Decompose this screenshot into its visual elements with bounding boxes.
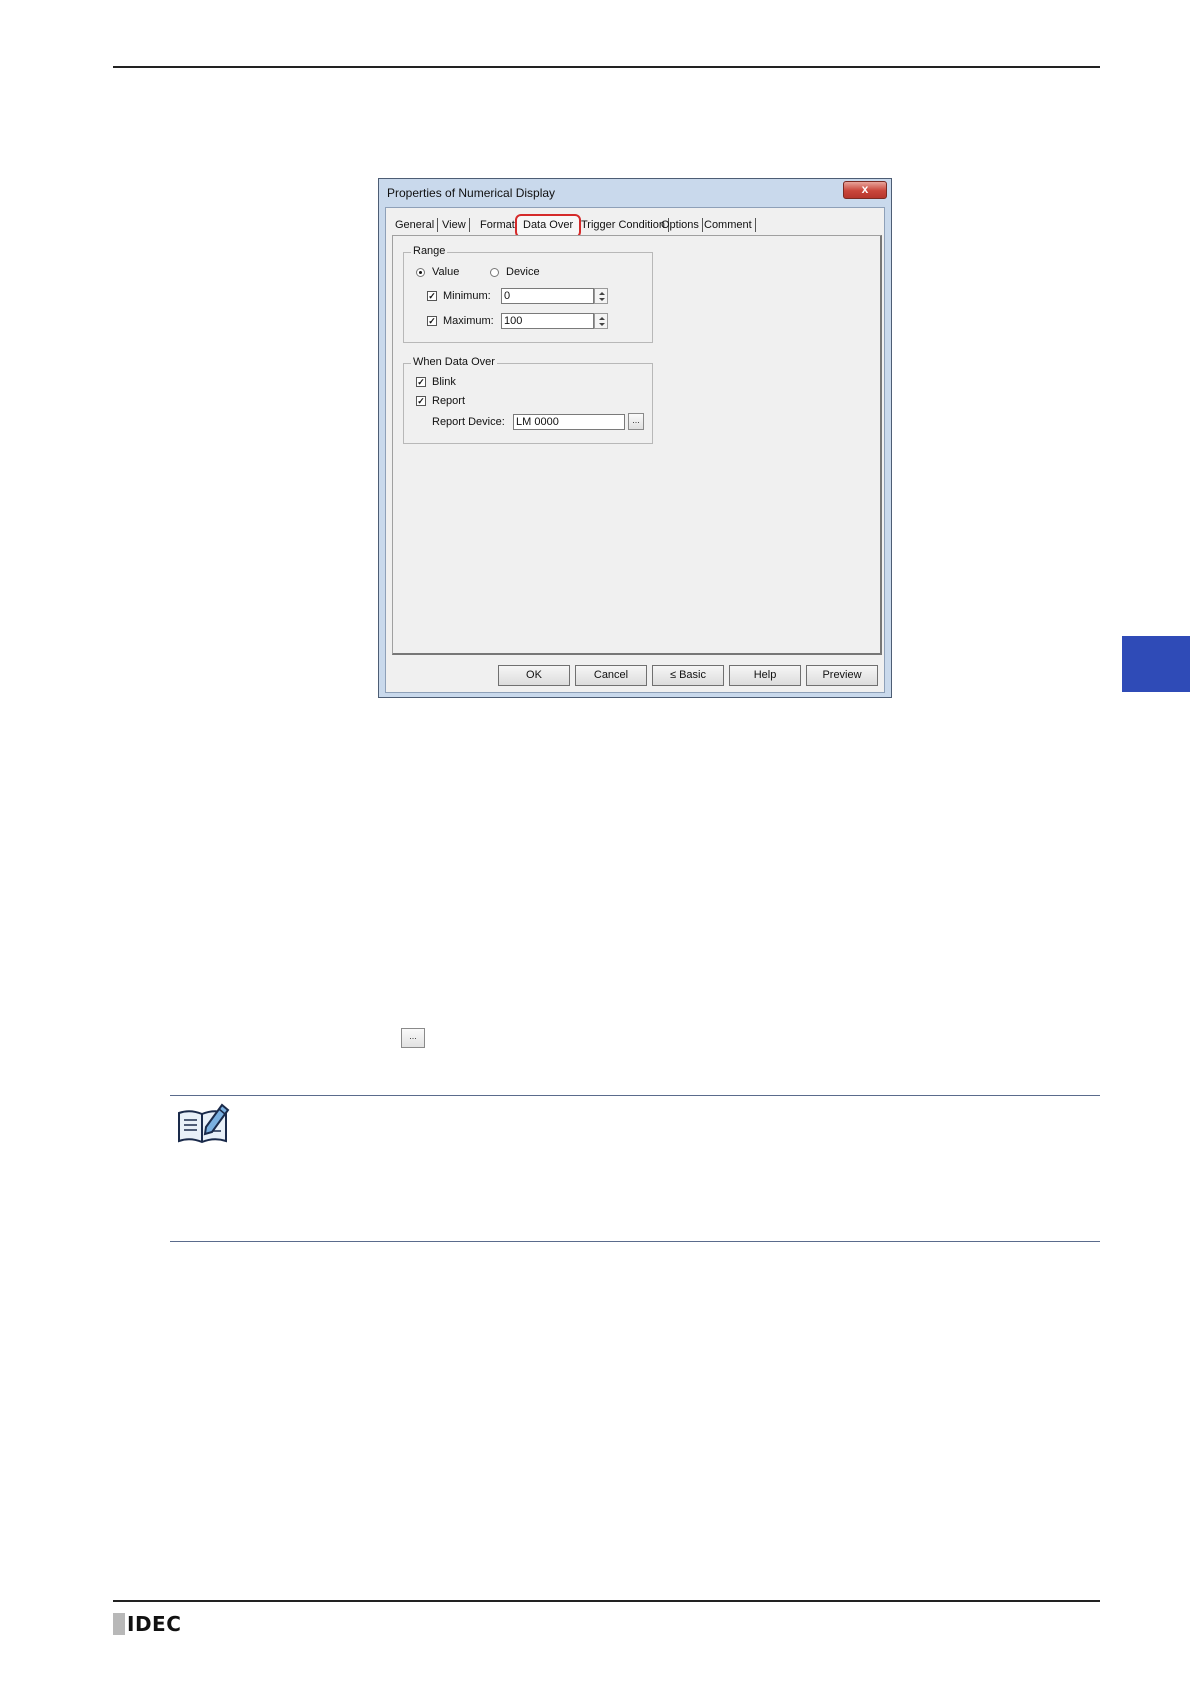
range-group-label: Range	[411, 245, 448, 257]
tab-format[interactable]: Format	[477, 218, 519, 232]
note-top-rule	[170, 1095, 1100, 1096]
close-button[interactable]: x	[843, 181, 887, 199]
device-radio-label: Device	[506, 266, 540, 278]
tab-comment[interactable]: Comment	[701, 218, 756, 232]
ok-button[interactable]: OK	[498, 665, 570, 686]
tab-panel: Range Value Device ✓ Minimum: 0 ✓ Maximu…	[392, 235, 882, 655]
maximum-input[interactable]: 100	[501, 313, 594, 329]
tab-trigger-condition[interactable]: Trigger Condition	[578, 218, 669, 232]
tab-general[interactable]: General	[392, 218, 439, 232]
idec-logo: IDEC	[113, 1612, 181, 1636]
inline-browse-button-icon: ...	[401, 1028, 425, 1048]
dialog-titlebar: Properties of Numerical Display x	[379, 179, 891, 205]
preview-button[interactable]: Preview	[806, 665, 878, 686]
chapter-side-tab	[1122, 636, 1190, 692]
minimum-label: Minimum:	[443, 290, 491, 302]
maximum-spinner[interactable]	[594, 313, 608, 329]
minimum-input[interactable]: 0	[501, 288, 594, 304]
range-group: Range Value Device ✓ Minimum: 0 ✓ Maximu…	[403, 245, 653, 343]
tab-view[interactable]: View	[439, 218, 470, 232]
value-radio-label: Value	[432, 266, 460, 278]
when-data-over-label: When Data Over	[411, 356, 497, 368]
report-label: Report	[432, 395, 466, 407]
help-button[interactable]: Help	[729, 665, 801, 686]
report-device-input[interactable]: LM 0000	[513, 414, 625, 430]
dialog-title: Properties of Numerical Display	[387, 186, 556, 200]
note-pencil-icon	[176, 1101, 230, 1145]
device-radio[interactable]	[490, 268, 499, 277]
minimum-checkbox[interactable]: ✓	[427, 291, 437, 301]
cancel-button[interactable]: Cancel	[575, 665, 647, 686]
value-radio[interactable]	[416, 268, 425, 277]
properties-dialog: Properties of Numerical Display x Genera…	[378, 178, 892, 698]
dialog-client: General View Format Data Over Trigger Co…	[385, 207, 885, 693]
logo-text: IDEC	[127, 1612, 182, 1636]
report-checkbox[interactable]: ✓	[416, 396, 426, 406]
footer-rule	[113, 1600, 1100, 1602]
report-device-label: Report Device:	[432, 416, 505, 428]
maximum-label: Maximum:	[443, 315, 494, 327]
close-icon: x	[861, 182, 869, 196]
minimum-spinner[interactable]	[594, 288, 608, 304]
header-rule	[113, 66, 1100, 68]
blink-label: Blink	[432, 376, 456, 388]
logo-mark	[113, 1613, 125, 1635]
maximum-checkbox[interactable]: ✓	[427, 316, 437, 326]
when-data-over-group: When Data Over ✓ Blink ✓ Report Report D…	[403, 356, 653, 444]
tab-options[interactable]: Options	[658, 218, 703, 232]
basic-button[interactable]: ≤ Basic	[652, 665, 724, 686]
note-bottom-rule	[170, 1241, 1100, 1242]
blink-checkbox[interactable]: ✓	[416, 377, 426, 387]
report-device-browse-button[interactable]: ...	[628, 413, 644, 430]
